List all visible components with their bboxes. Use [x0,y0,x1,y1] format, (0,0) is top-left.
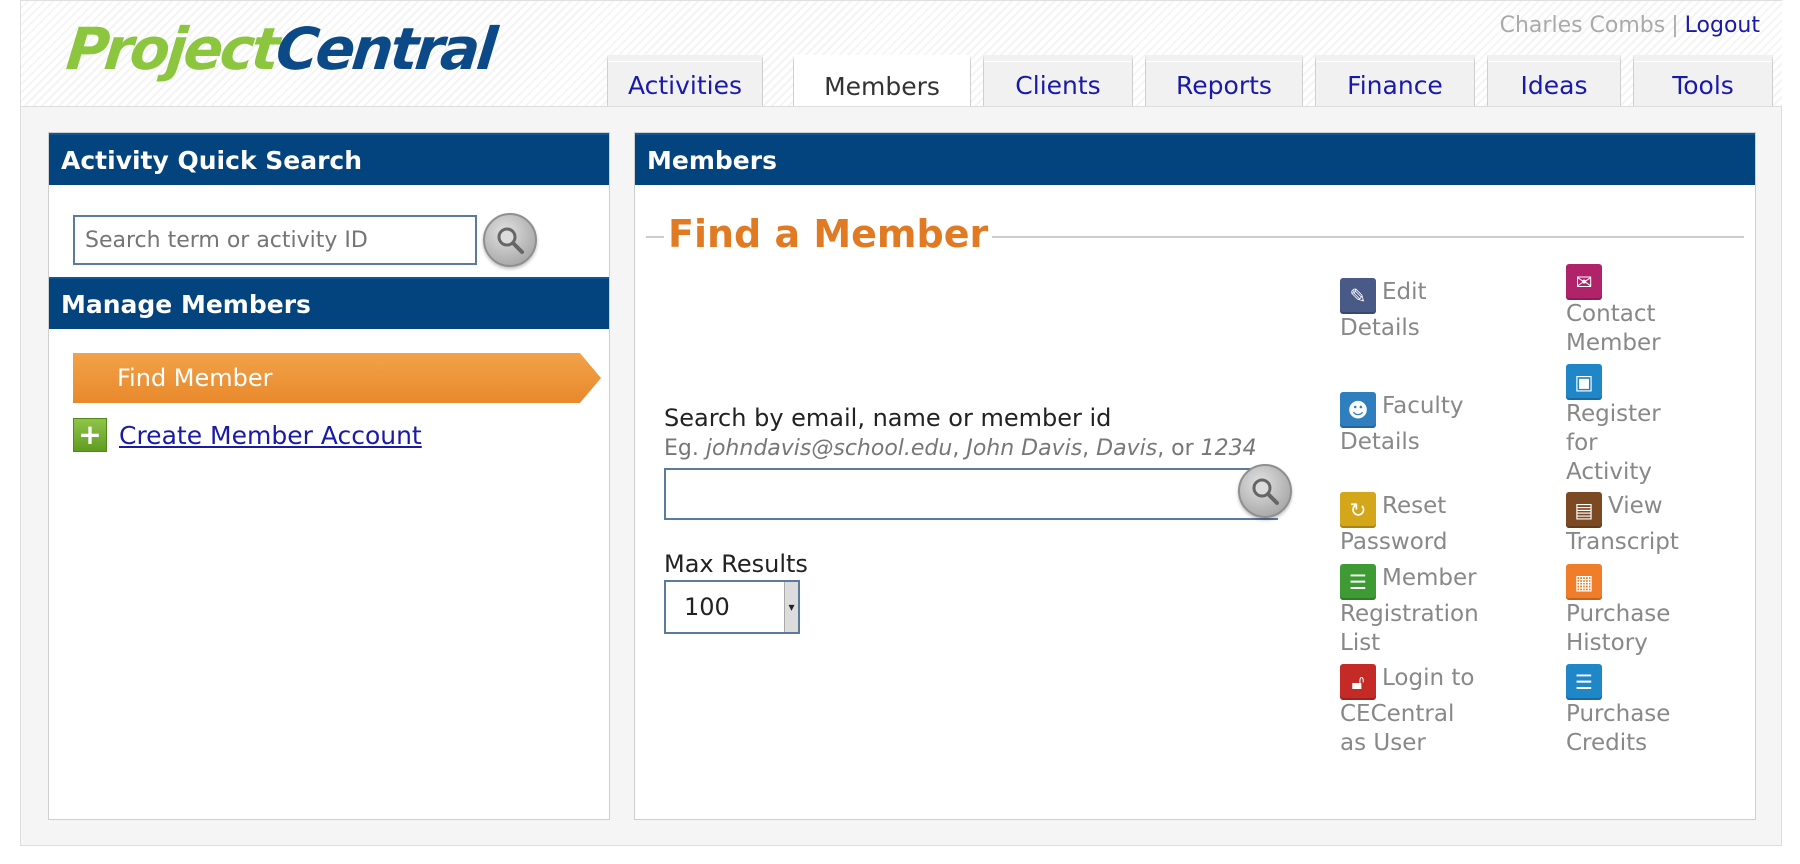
action-label-line2: Purchase [1566,601,1671,627]
member-search-hint: Eg. johndavis@school.edu, John Davis, Da… [664,436,1257,461]
logout-link[interactable]: Logout [1685,13,1760,38]
logo-central: Central [272,15,498,83]
document-icon: ▤ [1566,492,1602,528]
find-member-heading: Find a Member [664,212,993,256]
member-search-label: Search by email, name or member id [664,404,1112,432]
action-label-line3: Member [1566,330,1661,356]
tab-finance[interactable]: Finance [1315,55,1475,109]
member-search-button[interactable] [1238,464,1292,518]
unlock-icon: 🔓︎ [1340,664,1376,700]
action-label-line1: Login to [1382,665,1475,691]
action-label-line2: Details [1340,315,1420,341]
legend-line-left [646,236,664,238]
create-member-account[interactable]: + Create Member Account [73,418,422,452]
tab-tools[interactable]: Tools [1633,55,1773,109]
members-panel-title: Members [635,133,1755,185]
action-view-transcript[interactable]: ▤ View Transcript [1566,492,1766,557]
action-label-line3: Credits [1566,730,1648,756]
action-label-line3: List [1340,630,1381,656]
action-label-line3: as User [1340,730,1426,756]
manage-members-title: Manage Members [49,277,609,329]
action-label-line1: Faculty [1382,393,1464,419]
action-edit-details[interactable]: ✎ Edit Details [1340,278,1540,343]
action-label-line1: Reset [1382,493,1447,519]
plus-icon: + [73,418,107,452]
member-search-input[interactable] [664,468,1278,520]
credits-list-icon: ☰ [1566,664,1602,700]
hint-last: Davis [1096,436,1158,461]
action-label-line1: View [1608,493,1663,519]
quick-search-input[interactable] [73,215,477,265]
action-label-line3: History [1566,630,1648,656]
faculty-icon: ☻ [1340,392,1376,428]
hint-or: , or [1157,436,1201,461]
action-label-line2: Purchase [1566,701,1671,727]
tab-members[interactable]: Members [793,55,971,111]
action-label-line2: CECentral [1340,701,1455,727]
hint-name: John Davis [966,436,1083,461]
user-bar-separator: | [1671,13,1679,38]
legend-line-right [958,236,1744,238]
tab-clients[interactable]: Clients [983,55,1133,109]
search-icon [1252,478,1279,505]
hint-prefix: Eg. [664,436,706,461]
logo-project: Project [63,15,281,83]
tab-activities[interactable]: Activities [607,55,763,109]
action-label-line1: Member [1382,565,1477,591]
edit-icon: ✎ [1340,278,1376,314]
list-icon: ☰ [1340,564,1376,600]
hint-sep1: , [952,436,967,461]
chevron-down-icon: ▾ [784,582,798,632]
action-label-line4: Activity [1566,459,1653,485]
quick-search-title: Activity Quick Search [49,133,609,185]
action-label-line3: for [1566,430,1598,456]
tab-ideas[interactable]: Ideas [1487,55,1621,109]
action-register-for-activity[interactable]: ▣ Register for Activity [1566,364,1766,487]
action-faculty-details[interactable]: ☻ Faculty Details [1340,392,1540,457]
user-name: Charles Combs [1499,13,1666,38]
quick-search-button[interactable] [483,213,537,267]
action-member-registration-list[interactable]: ☰ Member Registration List [1340,564,1540,658]
max-results-value: 100 [684,593,730,621]
action-label-line2: Register [1566,401,1661,427]
max-results-select[interactable]: 100 ▾ [664,580,800,634]
create-member-account-link[interactable]: Create Member Account [119,421,422,450]
action-label-line1: Edit [1382,279,1427,305]
action-contact-member[interactable]: ✉ Contact Member [1566,264,1766,358]
action-purchase-credits[interactable]: ☰ Purchase Credits [1566,664,1766,758]
action-label-line2: Registration [1340,601,1479,627]
action-label-line2: Transcript [1566,529,1679,555]
app-logo[interactable]: ProjectCentral [63,15,497,83]
mail-icon: ✉ [1566,264,1602,300]
sidebar-panel: Activity Quick Search Manage Members Fin… [48,132,610,820]
max-results-label: Max Results [664,550,808,578]
hint-sep2: , [1082,436,1097,461]
action-login-as-user[interactable]: 🔓︎ Login to CECentral as User [1340,664,1540,758]
action-label-line2: Password [1340,529,1448,555]
find-member-nav[interactable]: Find Member [73,353,601,403]
clipboard-icon: ▣ [1566,364,1602,400]
tab-reports[interactable]: Reports [1145,55,1303,109]
action-label-line2: Details [1340,429,1420,455]
hint-email: johndavis@school.edu [705,436,953,461]
action-reset-password[interactable]: ↻ Reset Password [1340,492,1540,557]
search-icon [497,227,524,254]
hint-id: 1234 [1200,436,1257,461]
action-purchase-history[interactable]: ▦ Purchase History [1566,564,1766,658]
cart-icon: ▦ [1566,564,1602,600]
action-label-line2: Contact [1566,301,1656,327]
reset-icon: ↻ [1340,492,1376,528]
user-bar: Charles Combs | Logout [1500,13,1760,38]
app-header: ProjectCentral Charles Combs | Logout Acti… [20,0,1782,111]
